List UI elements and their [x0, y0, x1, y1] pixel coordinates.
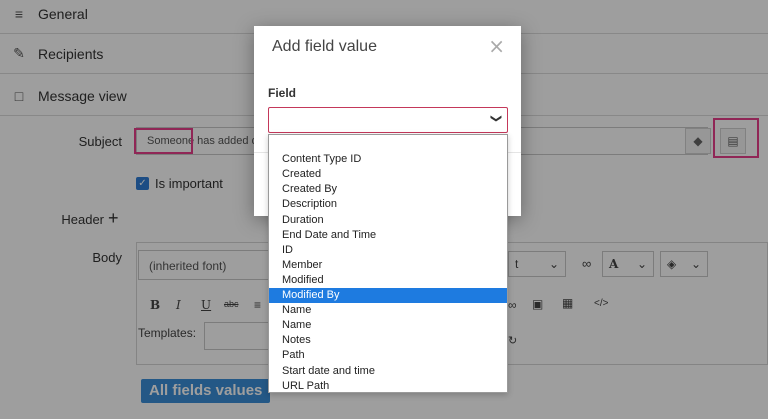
- field-option[interactable]: Member: [269, 258, 507, 273]
- field-option[interactable]: Duration: [269, 213, 507, 228]
- field-option[interactable]: Modified: [269, 273, 507, 288]
- field-option[interactable]: [269, 137, 507, 152]
- field-option[interactable]: ID: [269, 243, 507, 258]
- field-option[interactable]: Modified By: [269, 288, 507, 303]
- field-select[interactable]: ❯: [268, 107, 508, 133]
- field-option[interactable]: Path: [269, 348, 507, 363]
- field-option[interactable]: Created: [269, 167, 507, 182]
- field-option[interactable]: Name: [269, 318, 507, 333]
- field-option[interactable]: Created By: [269, 182, 507, 197]
- modal-title: Add field value: [272, 38, 377, 55]
- chevron-down-icon: ❯: [489, 113, 502, 124]
- close-icon[interactable]: ×: [488, 34, 505, 58]
- field-option[interactable]: Start date and time: [269, 364, 507, 379]
- field-option[interactable]: URL Path: [269, 379, 507, 394]
- field-options-list: Content Type ID Created Created By Descript…: [268, 134, 508, 393]
- field-option[interactable]: Name: [269, 303, 507, 318]
- field-option[interactable]: Notes: [269, 333, 507, 348]
- field-option[interactable]: Content Type ID: [269, 152, 507, 167]
- field-label: Field: [268, 86, 297, 100]
- field-option[interactable]: Description: [269, 197, 507, 212]
- field-option[interactable]: End Date and Time: [269, 228, 507, 243]
